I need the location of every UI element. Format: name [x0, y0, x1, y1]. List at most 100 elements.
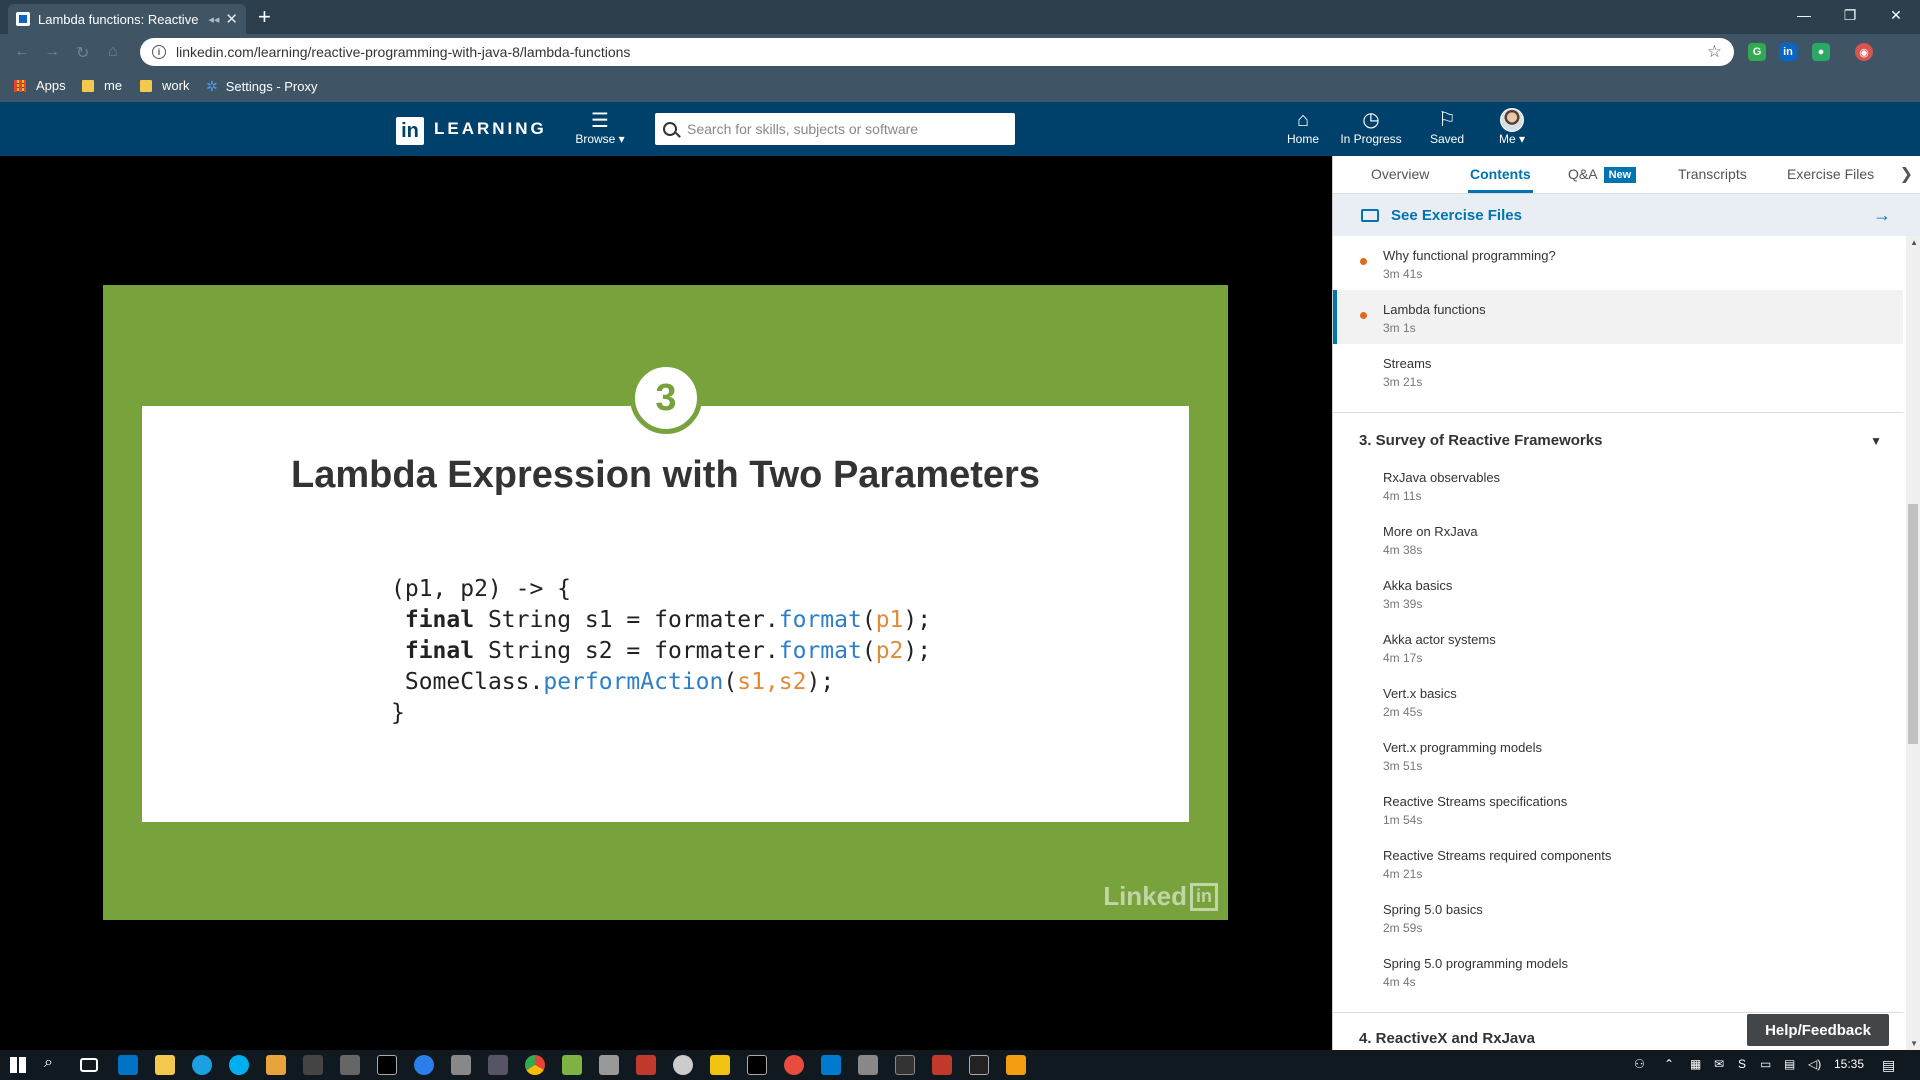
app-icon[interactable]: [599, 1055, 619, 1075]
task-view-icon[interactable]: [80, 1058, 98, 1072]
battery-icon[interactable]: ▭: [1760, 1057, 1771, 1071]
browse-menu[interactable]: ☰ Browse ▾: [574, 110, 626, 146]
restore-button[interactable]: ❐: [1828, 0, 1872, 30]
list-item-active[interactable]: Lambda functions 3m 1s: [1333, 290, 1903, 344]
list-item[interactable]: Spring 5.0 programming models 4m 4s: [1333, 944, 1903, 998]
close-window-button[interactable]: ✕: [1874, 0, 1918, 30]
extension-icon[interactable]: G: [1748, 43, 1766, 61]
edge-icon[interactable]: [192, 1055, 212, 1075]
list-item[interactable]: Akka actor systems 4m 17s: [1333, 620, 1903, 674]
7zip-icon[interactable]: [969, 1055, 989, 1075]
back-arrow-icon[interactable]: ←: [14, 43, 30, 61]
sticky-notes-icon[interactable]: [710, 1055, 730, 1075]
tab-transcripts[interactable]: Transcripts: [1678, 166, 1747, 182]
app-icon[interactable]: [414, 1055, 434, 1075]
nav-me[interactable]: Me ▾: [1492, 108, 1532, 146]
outlook-icon[interactable]: [118, 1055, 138, 1075]
section-title[interactable]: 3. Survey of Reactive Frameworks: [1359, 432, 1602, 449]
home-icon[interactable]: ⌂: [108, 43, 118, 61]
app-icon[interactable]: [488, 1055, 508, 1075]
help-feedback-button[interactable]: Help/Feedback: [1747, 1014, 1889, 1046]
list-item[interactable]: Streams 3m 21s: [1333, 344, 1903, 398]
video-player[interactable]: Lambda Expression with Two Parameters (p…: [0, 156, 1332, 1050]
nav-saved[interactable]: ⚐ Saved: [1422, 108, 1472, 146]
tab-qa[interactable]: Q&A New: [1568, 166, 1637, 184]
chevron-right-icon[interactable]: ❯: [1900, 164, 1913, 184]
linkedin-extension-icon[interactable]: in: [1779, 43, 1797, 61]
intellij-icon[interactable]: [377, 1055, 397, 1075]
people-icon[interactable]: ⚇: [1634, 1057, 1645, 1071]
audio-playing-icon[interactable]: ◂◂: [208, 13, 219, 26]
notepad-icon[interactable]: [1006, 1055, 1026, 1075]
list-item[interactable]: Reactive Streams required components 4m …: [1333, 836, 1903, 890]
linkedin-logo-icon[interactable]: in: [396, 117, 424, 145]
bookmark-star-icon[interactable]: ☆: [1707, 42, 1722, 62]
app-icon[interactable]: [895, 1055, 915, 1075]
watermark-text: Linked: [1103, 881, 1187, 911]
app-icon[interactable]: [784, 1055, 804, 1075]
list-item[interactable]: Spring 5.0 basics 2m 59s: [1333, 890, 1903, 944]
app-icon[interactable]: [340, 1055, 360, 1075]
nav-home[interactable]: ⌂ Home: [1276, 108, 1330, 146]
tab-close-icon[interactable]: ✕: [225, 10, 238, 28]
clock[interactable]: 15:35: [1834, 1057, 1864, 1071]
minimize-button[interactable]: —: [1782, 0, 1826, 30]
see-exercise-files-button[interactable]: See Exercise Files →: [1333, 194, 1920, 236]
list-item[interactable]: Reactive Streams specifications 1m 54s: [1333, 782, 1903, 836]
bookmark-me[interactable]: me: [82, 78, 122, 93]
chevron-up-icon[interactable]: ⌃: [1664, 1057, 1674, 1071]
intellij-icon[interactable]: [747, 1055, 767, 1075]
bookmark-work[interactable]: work: [140, 78, 189, 93]
app-icon[interactable]: [858, 1055, 878, 1075]
list-item[interactable]: RxJava observables 4m 11s: [1333, 458, 1903, 512]
app-icon[interactable]: [932, 1055, 952, 1075]
windows-start-icon[interactable]: [10, 1057, 26, 1073]
site-info-icon[interactable]: i: [152, 45, 166, 59]
search-icon[interactable]: ⌕: [44, 1054, 53, 1072]
tab-contents[interactable]: Contents: [1468, 166, 1533, 193]
vscode-icon[interactable]: [821, 1055, 841, 1075]
profile-extension-icon[interactable]: ◉: [1855, 43, 1873, 61]
network-icon[interactable]: ▤: [1784, 1057, 1795, 1071]
list-item[interactable]: Why functional programming? 3m 41s: [1333, 236, 1903, 290]
list-item[interactable]: More on RxJava 4m 38s: [1333, 512, 1903, 566]
git-icon[interactable]: [266, 1055, 286, 1075]
url-bar[interactable]: i linkedin.com/learning/reactive-program…: [140, 38, 1734, 66]
skype-tray-icon[interactable]: S: [1738, 1057, 1746, 1071]
logo-text[interactable]: LEARNING: [434, 119, 547, 139]
new-tab-button[interactable]: +: [258, 4, 271, 30]
app-icon[interactable]: [562, 1055, 582, 1075]
skype-icon[interactable]: [229, 1055, 249, 1075]
outlook-tray-icon[interactable]: ✉: [1714, 1057, 1724, 1071]
search-box[interactable]: [655, 113, 1015, 145]
tab-exercise-files[interactable]: Exercise Files: [1787, 166, 1874, 182]
bookmark-apps[interactable]: Apps: [14, 78, 66, 93]
linkedin-learning-header: in LEARNING ☰ Browse ▾ ⌂ Home ◷ In Progr…: [0, 102, 1920, 156]
list-item[interactable]: Vert.x basics 2m 45s: [1333, 674, 1903, 728]
volume-icon[interactable]: ◁): [1808, 1057, 1821, 1071]
notifications-icon[interactable]: ▤: [1882, 1057, 1895, 1074]
app-icon[interactable]: [451, 1055, 471, 1075]
tray-app-icon[interactable]: ▦: [1690, 1057, 1701, 1071]
forward-arrow-icon[interactable]: →: [44, 43, 60, 61]
reload-icon[interactable]: ↻: [76, 43, 89, 63]
app-icon[interactable]: [636, 1055, 656, 1075]
scroll-down-icon[interactable]: ▼: [1910, 1039, 1918, 1048]
list-item[interactable]: Vert.x programming models 3m 51s: [1333, 728, 1903, 782]
tab-overview[interactable]: Overview: [1371, 166, 1429, 182]
browser-tab[interactable]: Lambda functions: Reactive P ◂◂ ✕: [8, 4, 246, 34]
search-input[interactable]: [687, 121, 1015, 137]
app-icon[interactable]: [673, 1055, 693, 1075]
scrollbar[interactable]: ▲ ▼: [1906, 236, 1920, 1050]
chrome-icon[interactable]: [525, 1055, 545, 1075]
scroll-up-icon[interactable]: ▲: [1910, 238, 1918, 247]
section-title[interactable]: 4. ReactiveX and RxJava: [1359, 1030, 1535, 1047]
terminal-icon[interactable]: [303, 1055, 323, 1075]
scroll-thumb[interactable]: [1908, 504, 1918, 744]
list-item[interactable]: Akka basics 3m 39s: [1333, 566, 1903, 620]
nav-in-progress[interactable]: ◷ In Progress: [1336, 108, 1406, 146]
extension-badge-icon[interactable]: ●: [1812, 43, 1830, 61]
file-explorer-icon[interactable]: [155, 1055, 175, 1075]
chevron-down-icon[interactable]: ▼: [1870, 434, 1882, 448]
bookmark-settings-proxy[interactable]: ✲ Settings - Proxy: [206, 78, 318, 95]
